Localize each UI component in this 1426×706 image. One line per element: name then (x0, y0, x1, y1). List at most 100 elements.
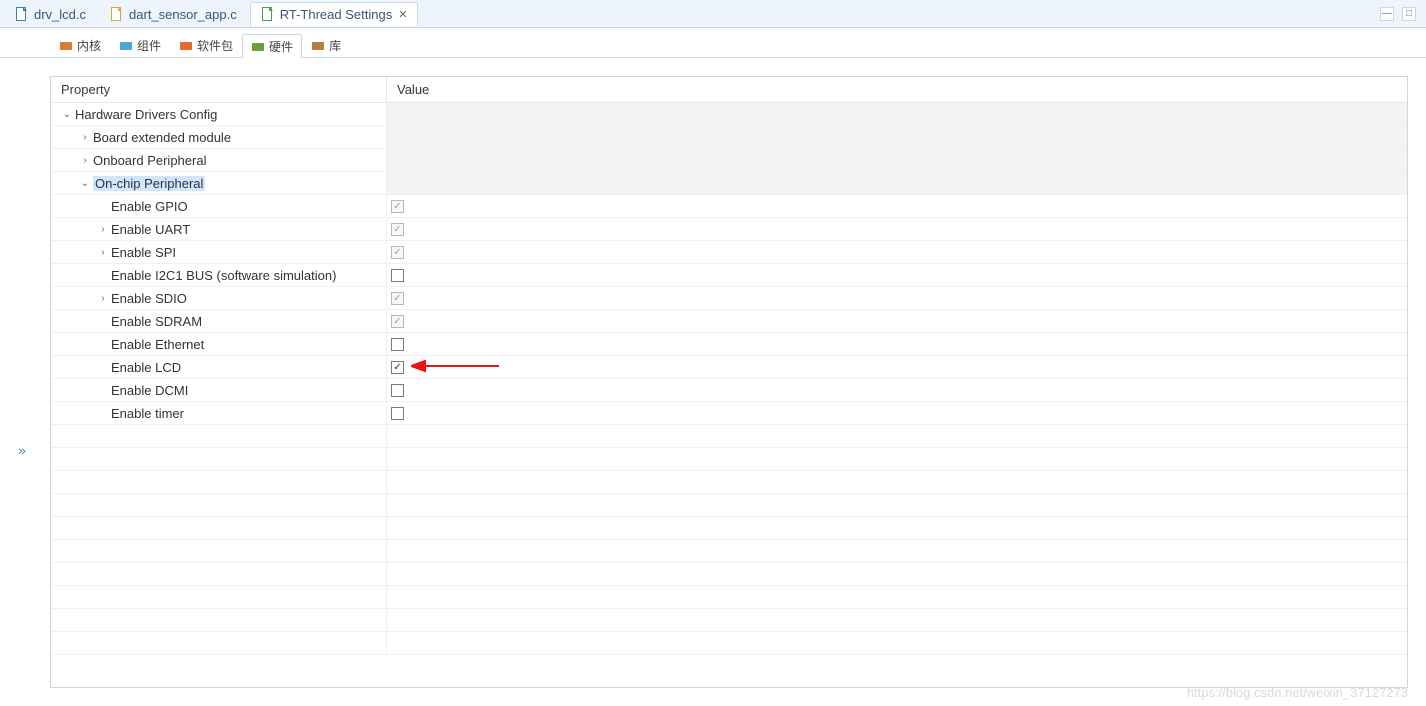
table-row (51, 471, 1407, 494)
value-cell (387, 379, 1407, 401)
column-header-property[interactable]: Property (51, 77, 387, 102)
table-row[interactable]: Enable I2C1 BUS (software simulation) (51, 264, 1407, 287)
table-row[interactable]: ⌄Hardware Drivers Config (51, 103, 1407, 126)
editor-tab[interactable]: dart_sensor_app.c (99, 2, 248, 26)
maximize-icon[interactable]: □ (1402, 7, 1416, 21)
sub-tab-icon (119, 39, 133, 53)
minimize-icon[interactable]: — (1380, 7, 1394, 21)
table-row (51, 540, 1407, 563)
value-cell (387, 517, 1407, 539)
value-cell (387, 632, 1407, 654)
sub-tab[interactable]: 组件 (110, 33, 170, 57)
property-label: Enable Ethernet (111, 337, 204, 352)
table-row[interactable]: ›Enable SPI ✓ (51, 241, 1407, 264)
checkbox[interactable] (391, 407, 404, 420)
property-cell (51, 540, 387, 562)
editor-tab[interactable]: RT-Thread Settings✕ (250, 2, 419, 26)
table-row[interactable]: Enable Ethernet (51, 333, 1407, 356)
property-cell: ›Onboard Peripheral (51, 149, 387, 171)
file-icon (110, 7, 124, 21)
checkbox: ✓ (391, 223, 404, 236)
table-row[interactable]: ›Board extended module (51, 126, 1407, 149)
table-row (51, 609, 1407, 632)
table-row[interactable]: Enable LCD ✓ (51, 356, 1407, 379)
column-header-value[interactable]: Value (387, 77, 1407, 102)
property-cell: ›Enable UART (51, 218, 387, 240)
editor-tab[interactable]: drv_lcd.c (4, 2, 97, 26)
value-cell (387, 540, 1407, 562)
property-label: Onboard Peripheral (93, 153, 206, 168)
table-row (51, 563, 1407, 586)
sub-tab-label: 软件包 (197, 37, 233, 54)
property-cell (51, 609, 387, 631)
checkbox[interactable] (391, 338, 404, 351)
table-row[interactable]: Enable DCMI (51, 379, 1407, 402)
table-row[interactable]: ›Enable SDIO✓ (51, 287, 1407, 310)
property-cell: ›Enable SPI (51, 241, 387, 263)
property-label: On-chip Peripheral (93, 176, 205, 191)
checkbox: ✓ (391, 246, 404, 259)
property-cell (51, 517, 387, 539)
table-row[interactable]: ⌄On-chip Peripheral (51, 172, 1407, 195)
sub-tab[interactable]: 库 (302, 33, 350, 57)
checkbox[interactable] (391, 269, 404, 282)
chevron-right-icon[interactable]: › (79, 132, 91, 143)
chevron-right-icon[interactable]: › (97, 247, 109, 258)
value-cell (387, 402, 1407, 424)
value-cell (387, 149, 1407, 171)
grid-body: ⌄Hardware Drivers Config›Board extended … (51, 103, 1407, 687)
sub-tab-label: 组件 (137, 37, 161, 54)
table-row (51, 517, 1407, 540)
table-row[interactable]: Enable GPIO✓ (51, 195, 1407, 218)
property-cell: Enable LCD (51, 356, 387, 378)
property-cell (51, 448, 387, 470)
value-cell (387, 126, 1407, 148)
property-cell: ⌄Hardware Drivers Config (51, 103, 387, 125)
table-row[interactable]: Enable timer (51, 402, 1407, 425)
property-cell (51, 632, 387, 654)
value-cell: ✓ (387, 310, 1407, 332)
chevron-right-icon[interactable]: › (97, 293, 109, 304)
value-cell (387, 333, 1407, 355)
sub-tab[interactable]: 硬件 (242, 34, 302, 58)
value-cell (387, 471, 1407, 493)
property-cell: Enable Ethernet (51, 333, 387, 355)
property-label: Board extended module (93, 130, 231, 145)
value-cell (387, 609, 1407, 631)
value-cell (387, 448, 1407, 470)
property-cell (51, 563, 387, 585)
expand-handle-icon[interactable]: » (10, 438, 34, 462)
property-label: Enable UART (111, 222, 190, 237)
checkbox[interactable]: ✓ (391, 361, 404, 374)
chevron-down-icon[interactable]: ⌄ (61, 109, 73, 120)
property-label: Enable SDRAM (111, 314, 202, 329)
value-cell (387, 494, 1407, 516)
property-cell: ›Enable SDIO (51, 287, 387, 309)
grid-header: Property Value (51, 77, 1407, 103)
property-cell: Enable DCMI (51, 379, 387, 401)
window-controls: —□ (1380, 7, 1426, 21)
table-row (51, 425, 1407, 448)
chevron-right-icon[interactable]: › (79, 155, 91, 166)
chevron-right-icon[interactable]: › (97, 224, 109, 235)
chevron-down-icon[interactable]: ⌄ (79, 178, 91, 189)
checkbox: ✓ (391, 315, 404, 328)
table-row (51, 448, 1407, 471)
property-label: Enable SPI (111, 245, 176, 260)
sub-tab-icon (59, 39, 73, 53)
sub-tab-icon (251, 40, 265, 54)
value-cell (387, 563, 1407, 585)
property-cell: ⌄On-chip Peripheral (51, 172, 387, 194)
table-row[interactable]: Enable SDRAM ✓ (51, 310, 1407, 333)
sub-tab[interactable]: 内核 (50, 33, 110, 57)
sub-tab[interactable]: 软件包 (170, 33, 242, 57)
property-cell (51, 425, 387, 447)
close-icon[interactable]: ✕ (398, 8, 407, 21)
value-cell: ✓ (387, 241, 1407, 263)
value-cell (387, 425, 1407, 447)
table-row (51, 632, 1407, 655)
file-icon (15, 7, 29, 21)
table-row[interactable]: ›Enable UART ✓ (51, 218, 1407, 241)
checkbox[interactable] (391, 384, 404, 397)
table-row[interactable]: ›Onboard Peripheral (51, 149, 1407, 172)
